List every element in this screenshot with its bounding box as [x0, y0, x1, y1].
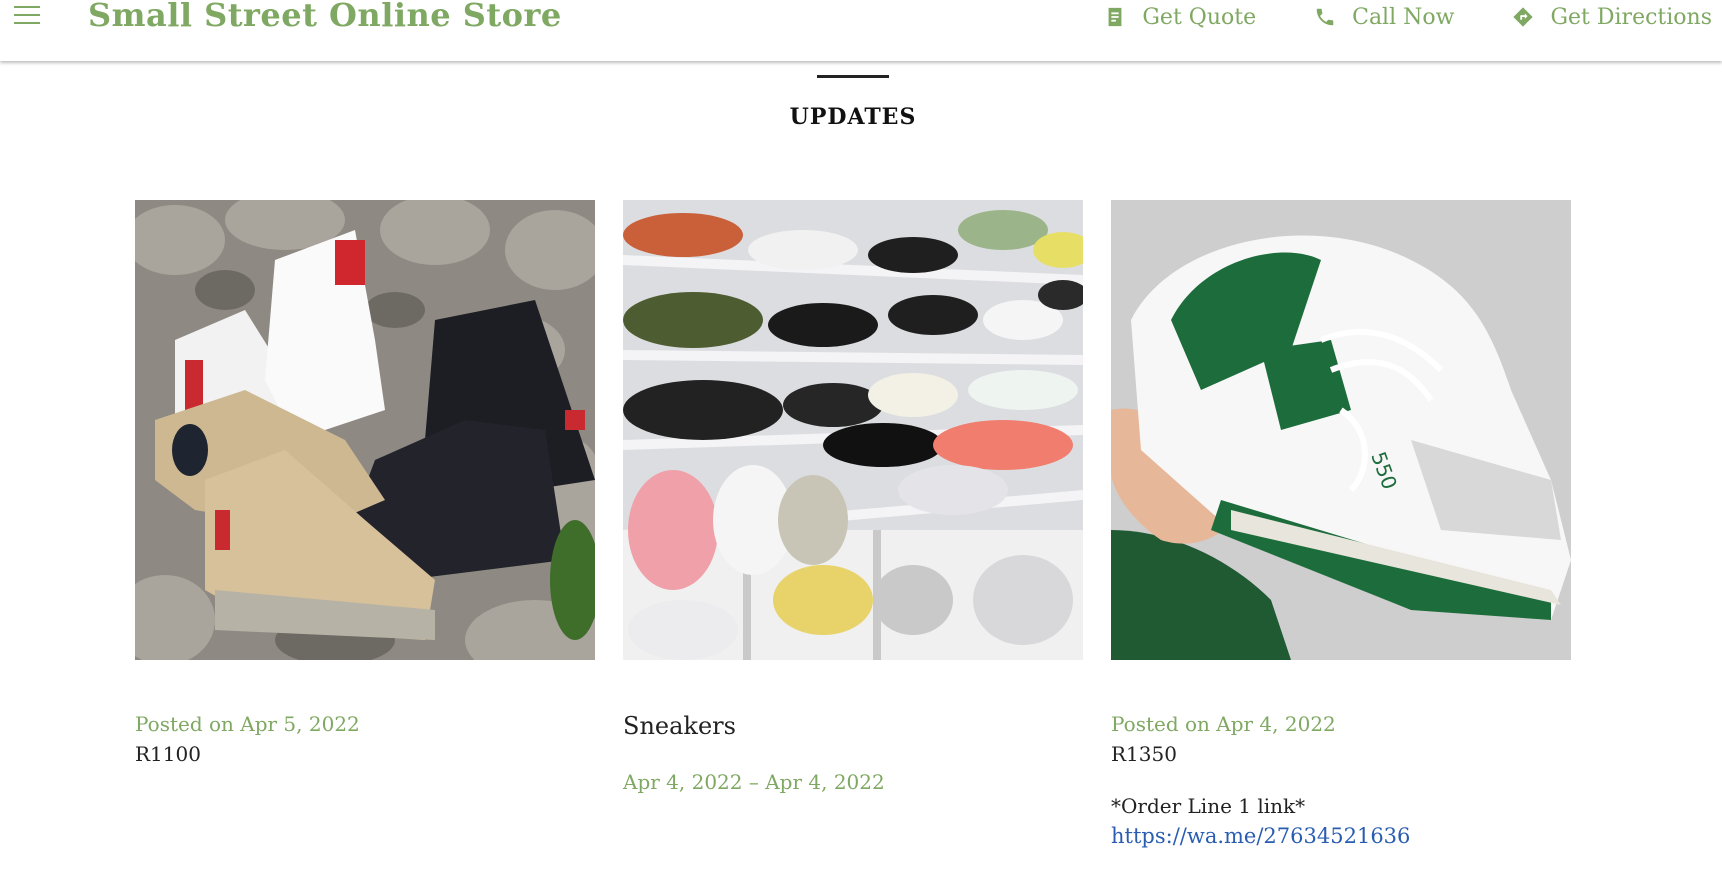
- section-title: UPDATES: [789, 104, 917, 130]
- header-nav: Get Quote Call Now Get Directions: [1104, 2, 1722, 32]
- price: R1350: [1111, 742, 1177, 766]
- boots-photo[interactable]: [135, 200, 595, 660]
- directions-icon: [1512, 6, 1534, 28]
- hamburger-menu-icon[interactable]: [14, 6, 40, 24]
- section-divider: [817, 75, 889, 78]
- call-now-label: Call Now: [1352, 4, 1455, 30]
- card-title[interactable]: Sneakers: [623, 712, 1083, 740]
- update-card: Sneakers Apr 4, 2022 – Apr 4, 2022: [623, 200, 1083, 794]
- top-header: Small Street Online Store Get Quote Call…: [0, 0, 1722, 61]
- event-date-range: Apr 4, 2022 – Apr 4, 2022: [623, 770, 885, 794]
- posted-date: Posted on Apr 4, 2022: [1111, 712, 1336, 736]
- posted-date: Posted on Apr 5, 2022: [135, 712, 360, 736]
- get-quote-label: Get Quote: [1142, 4, 1257, 30]
- green-sneaker-photo[interactable]: 550: [1111, 200, 1571, 660]
- update-card: 550 Posted on Apr 4, 2022 R1350 *Order L…: [1111, 200, 1571, 848]
- get-quote-button[interactable]: Get Quote: [1104, 5, 1256, 30]
- get-directions-label: Get Directions: [1550, 4, 1712, 30]
- sneaker-shelves-photo[interactable]: [623, 200, 1083, 660]
- call-now-button[interactable]: Call Now: [1314, 5, 1454, 30]
- whatsapp-order-link[interactable]: https://wa.me/27634521636: [1111, 824, 1571, 848]
- order-line-text: *Order Line 1 link*: [1111, 794, 1306, 818]
- phone-icon: [1314, 6, 1336, 28]
- brand-title[interactable]: Small Street Online Store: [88, 0, 562, 34]
- price: R1100: [135, 742, 201, 766]
- get-directions-button[interactable]: Get Directions: [1512, 5, 1712, 30]
- document-icon: [1104, 6, 1126, 28]
- update-card: Posted on Apr 5, 2022 R1100: [135, 200, 595, 766]
